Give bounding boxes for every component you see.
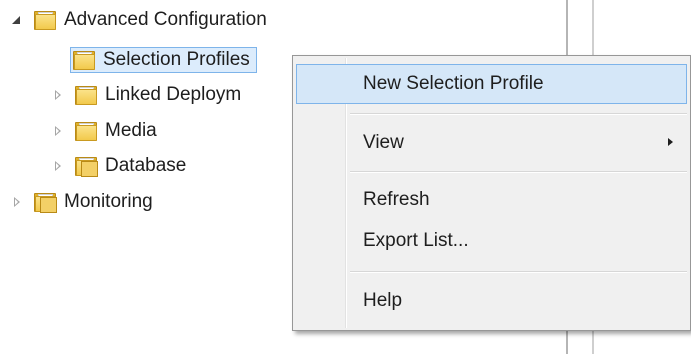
menu-separator xyxy=(350,113,687,115)
multi-folder-icon xyxy=(75,156,98,177)
tree-item-media[interactable]: Media xyxy=(51,117,157,145)
menu-item-label: View xyxy=(363,132,404,153)
menu-item-view[interactable]: View xyxy=(296,123,687,163)
tree-item-monitoring[interactable]: Monitoring xyxy=(10,188,153,216)
tree-item-label: Monitoring xyxy=(64,191,153,212)
context-menu: New Selection Profile View Refresh Expor… xyxy=(292,55,691,331)
tree-item-label: Linked Deploym xyxy=(105,84,242,105)
menu-item-refresh[interactable]: Refresh xyxy=(296,180,687,220)
tree-item-label: Media xyxy=(105,120,157,141)
tree-item-linked-deployment-shares[interactable]: Linked Deploym xyxy=(51,81,241,109)
tree-item-database[interactable]: Database xyxy=(51,152,186,180)
tree-item-label: Database xyxy=(105,155,187,176)
menu-separator xyxy=(350,271,687,273)
expanded-arrow-icon[interactable] xyxy=(10,13,24,27)
menu-item-label: Refresh xyxy=(363,189,430,210)
menu-item-help[interactable]: Help xyxy=(296,281,687,321)
menu-item-label: Help xyxy=(363,290,403,311)
folder-icon xyxy=(75,121,97,141)
menu-item-new-selection-profile[interactable]: New Selection Profile xyxy=(296,64,687,104)
folder-icon xyxy=(75,85,97,105)
menu-item-label: Export List... xyxy=(363,230,469,251)
tree-item-label: Advanced Configuration xyxy=(64,9,267,30)
collapsed-arrow-icon[interactable] xyxy=(51,88,65,102)
menu-item-export-list[interactable]: Export List... xyxy=(296,221,687,261)
collapsed-arrow-icon[interactable] xyxy=(10,195,24,209)
selection-highlight[interactable]: Selection Profiles xyxy=(70,47,257,73)
tree-item-advanced-configuration[interactable]: Advanced Configuration xyxy=(10,6,267,34)
collapsed-arrow-icon[interactable] xyxy=(51,159,65,173)
menu-separator xyxy=(350,171,687,173)
folder-icon xyxy=(34,10,56,30)
tree-item-label: Selection Profiles xyxy=(103,49,250,70)
multi-folder-icon xyxy=(34,192,57,213)
collapsed-arrow-icon[interactable] xyxy=(51,124,65,138)
tree-item-selection-profiles[interactable]: Selection Profiles xyxy=(70,46,257,74)
submenu-arrow-icon xyxy=(668,138,673,146)
menu-item-label: New Selection Profile xyxy=(363,73,544,94)
folder-icon xyxy=(73,50,95,70)
mmc-window: Advanced Configuration Selection Profile… xyxy=(0,0,691,354)
